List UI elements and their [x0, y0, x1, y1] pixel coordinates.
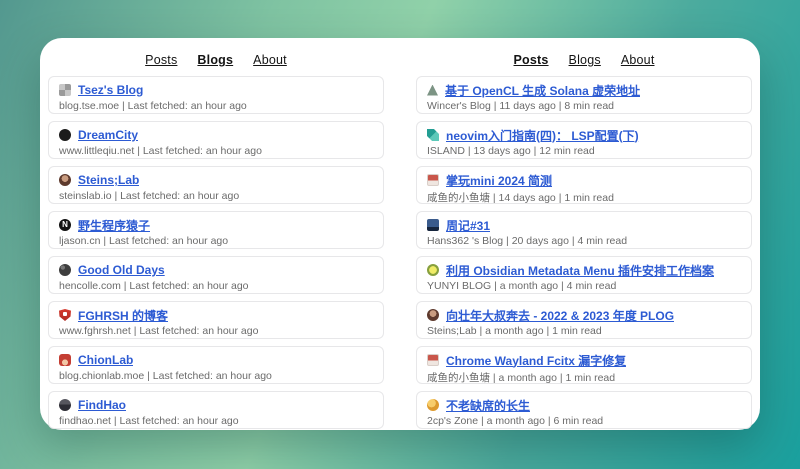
- item-title-row: Tsez's Blog: [59, 82, 373, 98]
- blog-link[interactable]: 野生程序猿子: [78, 217, 150, 233]
- post-link[interactable]: 利用 Obsidian Metadata Menu 插件安排工作档案: [446, 262, 714, 278]
- nav-link-about[interactable]: About: [621, 53, 655, 67]
- post-meta: 咸鱼的小鱼塘 | 14 days ago | 1 min read: [427, 190, 741, 205]
- item-title-row: 野生程序猿子: [59, 217, 373, 233]
- post-card[interactable]: 周记#31 Hans362 's Blog | 20 days ago | 4 …: [416, 211, 752, 249]
- post-meta: 咸鱼的小鱼塘 | a month ago | 1 min read: [427, 370, 741, 385]
- avatar-brown-icon: [59, 174, 71, 186]
- post-link[interactable]: 掌玩mini 2024 简测: [446, 172, 552, 188]
- nav-link-blogs[interactable]: Blogs: [197, 53, 233, 67]
- photo-red-icon: [427, 354, 439, 366]
- blog-card[interactable]: Steins;Lab steinslab.io | Last fetched: …: [48, 166, 384, 204]
- post-link[interactable]: 不老缺席的长生: [446, 397, 530, 413]
- item-title-row: 不老缺席的长生: [427, 397, 741, 413]
- avatar-brown-icon: [427, 309, 439, 321]
- post-meta: Steins;Lab | a month ago | 1 min read: [427, 325, 741, 337]
- post-card[interactable]: 基于 OpenCL 生成 Solana 虚荣地址 Wincer's Blog |…: [416, 76, 752, 114]
- nav-link-about[interactable]: About: [253, 53, 287, 67]
- item-title-row: Steins;Lab: [59, 172, 373, 188]
- post-meta: Hans362 's Blog | 20 days ago | 4 min re…: [427, 235, 741, 247]
- blog-link[interactable]: Tsez's Blog: [78, 83, 143, 97]
- post-card[interactable]: 向壮年大叔奔去 - 2022 & 2023 年度 PLOG Steins;Lab…: [416, 301, 752, 339]
- item-title-row: 利用 Obsidian Metadata Menu 插件安排工作档案: [427, 262, 741, 278]
- item-title-row: neovim入门指南(四)： LSP配置(下): [427, 127, 741, 143]
- blogs-list: Tsez's Blog blog.tse.moe | Last fetched:…: [48, 76, 384, 436]
- post-card[interactable]: Chrome Wayland Fcitx 漏字修复 咸鱼的小鱼塘 | a mon…: [416, 346, 752, 384]
- item-title-row: Good Old Days: [59, 262, 373, 278]
- tree-icon: [427, 85, 438, 96]
- blog-link[interactable]: Good Old Days: [78, 263, 165, 277]
- blog-meta: blog.tse.moe | Last fetched: an hour ago: [59, 100, 373, 112]
- item-title-row: Chrome Wayland Fcitx 漏字修复: [427, 352, 741, 368]
- blog-meta: hencolle.com | Last fetched: an hour ago: [59, 280, 373, 292]
- item-title-row: FindHao: [59, 397, 373, 413]
- item-title-row: DreamCity: [59, 127, 373, 143]
- nav-link-posts[interactable]: Posts: [145, 53, 177, 67]
- blog-link[interactable]: ChionLab: [78, 353, 133, 367]
- blog-meta: www.littleqiu.net | Last fetched: an hou…: [59, 145, 373, 157]
- blog-link[interactable]: FGHRSH 的博客: [78, 307, 168, 323]
- post-link[interactable]: neovim入门指南(四)： LSP配置(下): [446, 127, 639, 143]
- posts-column: Posts Blogs About 基于 OpenCL 生成 Solana 虚荣地址…: [416, 45, 752, 420]
- blog-card[interactable]: FGHRSH 的博客 www.fghrsh.net | Last fetched…: [48, 301, 384, 339]
- laptop-icon: [427, 219, 439, 231]
- post-meta: 2cp's Zone | a month ago | 6 min read: [427, 415, 741, 427]
- pixel-image-icon: [59, 84, 71, 96]
- blog-meta: findhao.net | Last fetched: an hour ago: [59, 415, 373, 427]
- item-title-row: 向壮年大叔奔去 - 2022 & 2023 年度 PLOG: [427, 307, 741, 323]
- post-card[interactable]: 掌玩mini 2024 简测 咸鱼的小鱼塘 | 14 days ago | 1 …: [416, 166, 752, 204]
- dark-badge-icon: [59, 399, 71, 411]
- main-card: Posts Blogs About Tsez's Blog blog.tse.moe…: [40, 38, 760, 430]
- nav-link-posts[interactable]: Posts: [514, 53, 549, 67]
- blog-meta: www.fghrsh.net | Last fetched: an hour a…: [59, 325, 373, 337]
- blog-link[interactable]: Steins;Lab: [78, 173, 139, 187]
- item-title-row: 掌玩mini 2024 简测: [427, 172, 741, 188]
- blog-meta: ljason.cn | Last fetched: an hour ago: [59, 235, 373, 247]
- blog-meta: steinslab.io | Last fetched: an hour ago: [59, 190, 373, 202]
- posts-nav: Posts Blogs About: [416, 45, 752, 76]
- blogs-column: Posts Blogs About Tsez's Blog blog.tse.moe…: [48, 45, 384, 420]
- blog-card[interactable]: Tsez's Blog blog.tse.moe | Last fetched:…: [48, 76, 384, 114]
- letter-n-icon: [59, 219, 71, 231]
- post-card[interactable]: neovim入门指南(四)： LSP配置(下) ISLAND | 13 days…: [416, 121, 752, 159]
- blog-card[interactable]: Good Old Days hencolle.com | Last fetche…: [48, 256, 384, 294]
- post-meta: ISLAND | 13 days ago | 12 min read: [427, 145, 741, 157]
- nav-link-blogs[interactable]: Blogs: [569, 53, 601, 67]
- orange-circle-icon: [427, 399, 439, 411]
- item-title-row: 基于 OpenCL 生成 Solana 虚荣地址: [427, 82, 741, 98]
- post-link[interactable]: 向壮年大叔奔去 - 2022 & 2023 年度 PLOG: [446, 307, 674, 323]
- post-meta: Wincer's Blog | 11 days ago | 8 min read: [427, 100, 741, 112]
- avatar-red-icon: [59, 354, 71, 366]
- photo-red-icon: [427, 174, 439, 186]
- blog-meta: blog.chionlab.moe | Last fetched: an hou…: [59, 370, 373, 382]
- yellow-green-logo-icon: [427, 264, 439, 276]
- blog-card[interactable]: FindHao findhao.net | Last fetched: an h…: [48, 391, 384, 429]
- post-link[interactable]: Chrome Wayland Fcitx 漏字修复: [446, 352, 626, 368]
- blog-link[interactable]: FindHao: [78, 398, 126, 412]
- page-background: Posts Blogs About Tsez's Blog blog.tse.moe…: [0, 0, 800, 469]
- item-title-row: ChionLab: [59, 352, 373, 368]
- post-meta: YUNYI BLOG | a month ago | 4 min read: [427, 280, 741, 292]
- blog-card[interactable]: DreamCity www.littleqiu.net | Last fetch…: [48, 121, 384, 159]
- post-link[interactable]: 周记#31: [446, 217, 490, 233]
- blog-card[interactable]: 野生程序猿子 ljason.cn | Last fetched: an hour…: [48, 211, 384, 249]
- red-shield-icon: [59, 309, 71, 321]
- post-card[interactable]: 不老缺席的长生 2cp's Zone | a month ago | 6 min…: [416, 391, 752, 429]
- posts-list: 基于 OpenCL 生成 Solana 虚荣地址 Wincer's Blog |…: [416, 76, 752, 436]
- blog-card[interactable]: ChionLab blog.chionlab.moe | Last fetche…: [48, 346, 384, 384]
- globe-icon: [59, 264, 71, 276]
- post-card[interactable]: 利用 Obsidian Metadata Menu 插件安排工作档案 YUNYI…: [416, 256, 752, 294]
- neovim-icon: [427, 129, 439, 141]
- item-title-row: FGHRSH 的博客: [59, 307, 373, 323]
- black-moon-icon: [59, 129, 71, 141]
- blog-link[interactable]: DreamCity: [78, 128, 138, 142]
- post-link[interactable]: 基于 OpenCL 生成 Solana 虚荣地址: [445, 82, 640, 98]
- item-title-row: 周记#31: [427, 217, 741, 233]
- blogs-nav: Posts Blogs About: [48, 45, 384, 76]
